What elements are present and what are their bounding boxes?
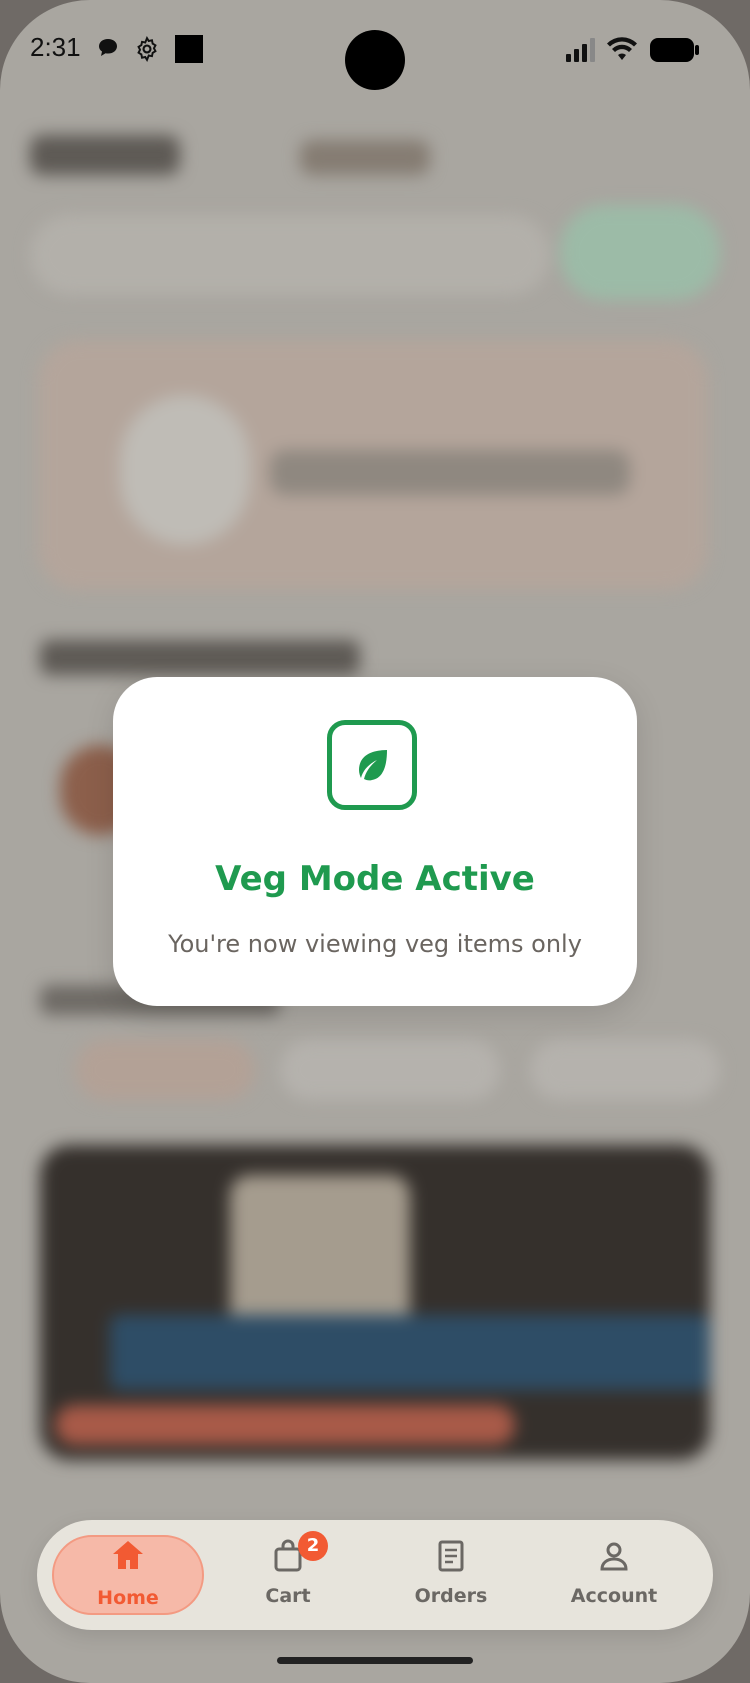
blurred-heading [40, 640, 360, 675]
veg-mode-dialog: Veg Mode Active You're now viewing veg i… [113, 677, 637, 1006]
blurred-banner-circle [120, 395, 250, 545]
gear-icon [134, 36, 160, 66]
blurred-chip-3 [530, 1040, 720, 1100]
chat-icon [96, 36, 120, 64]
dialog-subtitle: You're now viewing veg items only [168, 930, 582, 958]
blurred-veg-toggle [560, 205, 720, 300]
blurred-video-strip [110, 1315, 710, 1390]
phone-screen: 2:31 Veg Mode Active You're now viewing … [0, 0, 750, 1683]
dialog-title: Veg Mode Active [215, 859, 535, 899]
veg-badge [327, 720, 417, 810]
front-camera [345, 30, 405, 90]
nav-label-account: Account [570, 1585, 658, 1607]
blurred-banner-text [270, 450, 630, 495]
wifi-icon [606, 36, 638, 66]
status-bar: 2:31 [0, 0, 750, 100]
home-indicator[interactable] [277, 1657, 473, 1664]
square-icon [175, 35, 203, 67]
blurred-video-figure [230, 1175, 410, 1335]
blurred-logo [30, 135, 180, 175]
nav-label-orders: Orders [414, 1585, 488, 1607]
status-time: 2:31 [30, 32, 81, 62]
blurred-chip-2 [280, 1040, 500, 1100]
blurred-search [30, 215, 550, 295]
nav-label-home: Home [97, 1587, 159, 1609]
nav-item-cart[interactable]: 2 Cart [212, 1531, 364, 1615]
nav-item-orders[interactable]: Orders [375, 1535, 527, 1615]
cart-count-badge: 2 [298, 1531, 328, 1561]
blurred-location [300, 140, 430, 175]
blurred-video-bar [55, 1405, 515, 1445]
signal-icon [566, 38, 598, 66]
nav-item-home[interactable]: Home [52, 1535, 204, 1615]
blurred-chip [75, 1040, 255, 1100]
nav-label-cart: Cart [265, 1585, 311, 1607]
bottom-navigation: Home 2 Cart Orders Account [37, 1520, 713, 1630]
nav-item-account[interactable]: Account [538, 1535, 690, 1615]
battery-icon [650, 38, 700, 66]
